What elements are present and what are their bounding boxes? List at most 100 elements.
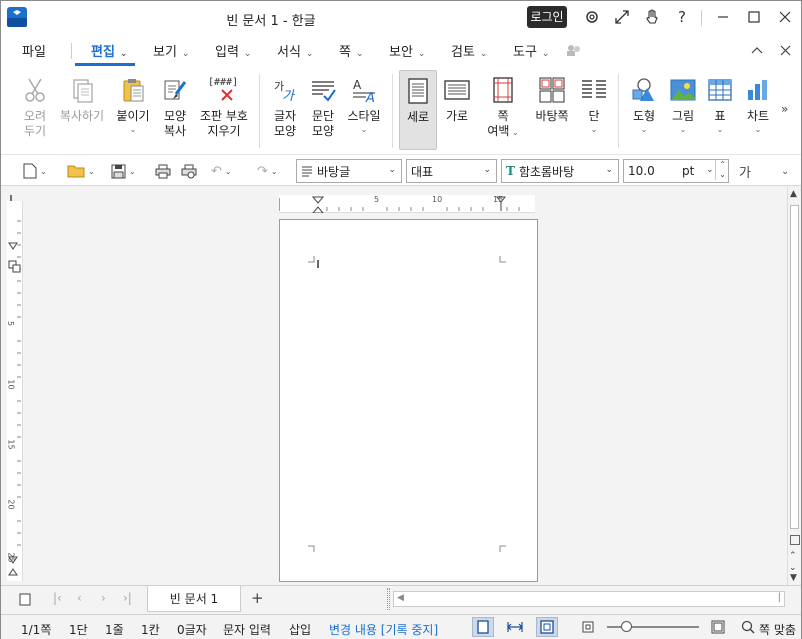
font-size-stepper-icon[interactable]: ⌃ ⌄ [715,160,726,180]
background-page-button[interactable]: 바탕쪽 [531,70,573,150]
clear-markup-button[interactable]: [###] 조판 부호 지우기 [197,70,251,150]
style-icon: AA [353,78,375,104]
vertical-ruler[interactable]: 5 10 15 20 25 [6,201,23,581]
window-title: 빈 문서 1 - 한글 [226,14,316,29]
style-label: 스타일 [347,109,381,123]
para-shape-label-2: 모양 [311,124,335,138]
font-size-dropdown-icon[interactable]: ⌄ [706,165,714,175]
horizontal-scrollbar[interactable]: ◀ | [393,591,785,607]
char-shape-quick-button[interactable]: 가 [739,161,751,181]
zoom-out-icon[interactable] [582,621,594,633]
help-icon[interactable]: ? [672,7,692,27]
menu-file[interactable]: 파일 [22,41,46,60]
shapes-label: 도형 [632,109,656,123]
menu-tools[interactable]: 도구 ⌄ [513,41,549,60]
status-input-mode[interactable]: 문자 입력 [223,621,271,638]
gear-icon[interactable] [582,7,602,27]
close-icon[interactable] [775,7,795,27]
tab-splitter[interactable] [387,588,390,610]
chevron-down-icon: ⌄ [129,125,137,134]
cut-button[interactable]: 오려 두기 [15,70,55,150]
minimize-icon[interactable] [713,7,733,27]
status-page[interactable]: 1/1쪽 [21,621,51,638]
style-select[interactable]: 바탕글 ⌄ [296,159,402,183]
chart-button[interactable]: 차트 ⌄ [741,70,775,150]
print-preview-button[interactable] [181,161,197,181]
char-shape-button[interactable]: 가가 글자 모양 [267,70,303,150]
portrait-label: 세로 [406,110,430,124]
last-tab-icon[interactable]: ›| [123,591,132,605]
ribbon-more-icon[interactable]: » [781,102,788,116]
table-button[interactable]: 표 ⌄ [703,70,737,150]
zoom-in-icon[interactable] [711,620,725,634]
picture-button[interactable]: 그림 ⌄ [665,70,701,150]
horizontal-ruler[interactable]: 5 10 15 [278,195,535,214]
next-page-icon[interactable]: ⌄ [789,563,797,573]
document-tab[interactable]: 빈 문서 1 [147,586,241,612]
hand-icon[interactable] [642,7,662,27]
copy-button[interactable]: 복사하기 [57,70,107,150]
font-size-input[interactable]: 10.0 pt ⌃ ⌄ ⌄ [623,159,729,183]
save-button[interactable]: ⌄ [111,161,136,181]
undo-icon: ↶ [211,163,222,179]
portrait-button[interactable]: 세로 [399,70,437,150]
collapse-ribbon-icon[interactable] [747,40,767,60]
menu-format[interactable]: 서식 ⌄ [277,41,313,60]
style-button[interactable]: AA 스타일 ⌄ [344,70,384,150]
maximize-icon[interactable] [744,7,764,27]
font-select-value: 함초롬바탕 [518,164,575,179]
zoom-fit-label[interactable]: 쪽 맞춤 [759,621,796,638]
v-ruler-mark-20: 20 [6,499,16,510]
undo-button[interactable]: ↶ ⌄ [211,161,232,181]
font-select[interactable]: T 함초롬바탕 ⌄ [501,159,619,183]
menu-edit[interactable]: 편집 ⌄ [91,41,127,60]
menu-insert[interactable]: 입력 ⌄ [215,41,251,60]
para-shape-icon [312,81,336,102]
fullscreen-icon[interactable] [612,7,632,27]
first-tab-icon[interactable]: |‹ [53,591,62,605]
login-button[interactable]: 로그인 [527,6,567,28]
paste-label: 붙이기 [116,109,150,123]
menu-bar: 파일 편집 ⌄ 보기 ⌄ 입력 ⌄ 서식 ⌄ 쪽 ⌄ 보안 ⌄ 검토 ⌄ 도구 ⌄ [1,34,801,66]
status-insert-mode[interactable]: 삽입 [289,621,311,638]
shapes-button[interactable]: 도형 ⌄ [625,70,663,150]
open-button[interactable]: ⌄ [67,161,95,181]
redo-button[interactable]: ↷ ⌄ [257,161,278,181]
print-button[interactable] [155,161,171,181]
landscape-button[interactable]: 가로 [439,70,475,150]
clear-markup-icon-text: [###] [208,77,239,88]
columns-button[interactable]: 단 ⌄ [579,70,609,150]
scroll-right-icon[interactable]: | [778,592,781,603]
page-view-icon[interactable] [790,535,800,545]
add-tab-button[interactable]: + [251,589,264,607]
view-width-button[interactable] [504,617,526,637]
zoom-slider-thumb[interactable] [621,621,632,632]
collaboration-icon[interactable] [565,42,583,58]
vertical-scrollbar[interactable]: ▲ ⌃ ⌄ ▼ [787,187,801,585]
menu-security[interactable]: 보안 ⌄ [389,41,425,60]
menu-review[interactable]: 검토 ⌄ [451,41,487,60]
next-tab-icon[interactable]: › [101,591,106,605]
prev-tab-icon[interactable]: ‹ [77,591,82,605]
para-shape-button[interactable]: 문단 모양 [305,70,341,150]
toolbar-expand-icon[interactable]: ⌄ [781,161,789,181]
view-page-button[interactable] [536,617,558,637]
scroll-thumb[interactable] [790,205,799,529]
margins-button[interactable]: 쪽 여백 ⌄ [485,70,521,150]
prev-page-icon[interactable]: ⌃ [789,551,797,561]
status-track-changes[interactable]: 변경 내용 [기록 중지] [329,621,438,638]
language-select[interactable]: 대표 ⌄ [406,159,497,183]
paste-button[interactable]: 붙이기 ⌄ [113,70,153,150]
view-normal-button[interactable] [472,617,494,637]
scroll-left-icon[interactable]: ◀ [397,593,404,603]
close-document-icon[interactable] [775,40,795,60]
scroll-up-icon[interactable]: ▲ [790,189,797,199]
scroll-down-icon[interactable]: ▼ [790,573,797,583]
new-document-button[interactable]: ⌄ [23,161,47,181]
format-copy-button[interactable]: 모양 복사 [155,70,195,150]
magnifier-icon[interactable] [741,620,755,634]
menu-page[interactable]: 쪽 ⌄ [339,41,364,60]
document-page[interactable] [279,219,538,582]
document-list-icon[interactable] [19,593,31,606]
menu-view[interactable]: 보기 ⌄ [153,41,189,60]
